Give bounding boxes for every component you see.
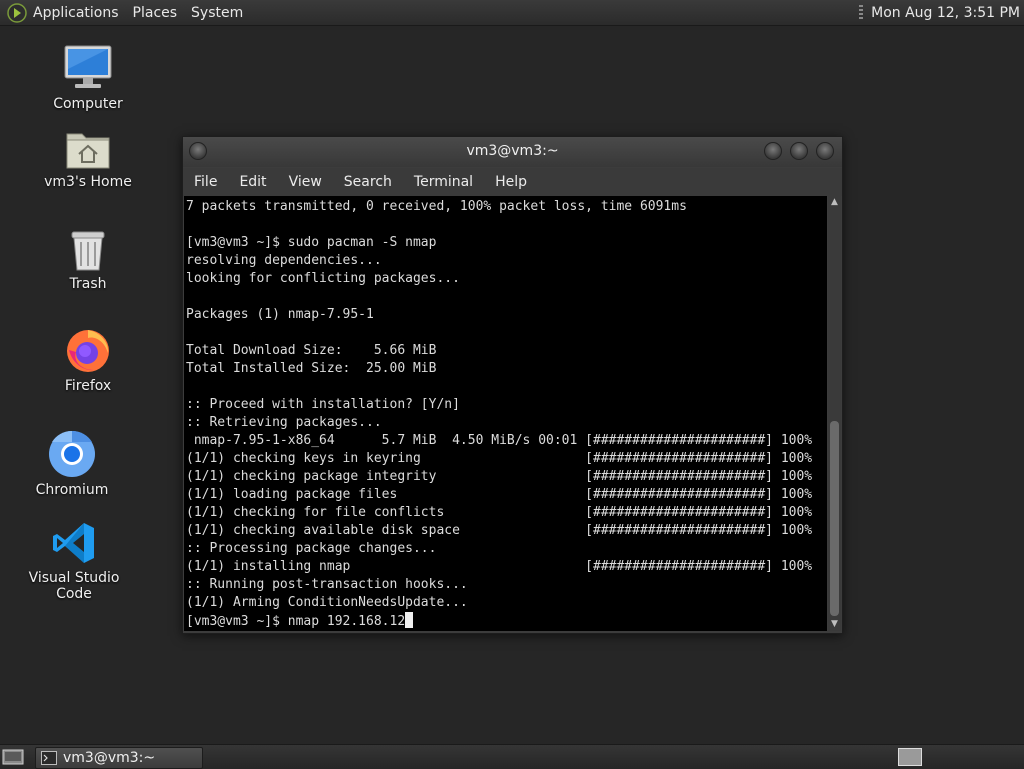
desktop-icon-home[interactable]: vm3's Home [28, 128, 148, 190]
terminal-icon [41, 751, 57, 765]
workspace-switcher[interactable] [898, 748, 922, 766]
text-cursor [405, 612, 414, 628]
desktop-icon-firefox[interactable]: Firefox [28, 326, 148, 394]
show-desktop-icon[interactable] [2, 748, 24, 766]
places-menu[interactable]: Places [133, 5, 178, 21]
taskbar-terminal-button[interactable]: vm3@vm3:~ [35, 747, 203, 769]
desktop-icon-label: Computer [53, 96, 123, 112]
desktop-icon-label: Firefox [64, 378, 112, 394]
window-title: vm3@vm3:~ [466, 143, 559, 159]
terminal-text: 7 packets transmitted, 0 received, 100% … [186, 199, 813, 629]
terminal-window[interactable]: vm3@vm3:~ File Edit View Search Terminal… [182, 136, 843, 634]
scroll-up-arrow-icon[interactable]: ▲ [828, 196, 841, 209]
applications-menu[interactable]: Applications [33, 5, 119, 21]
system-menu[interactable]: System [191, 5, 243, 21]
trash-icon [71, 231, 105, 271]
scrollbar-thumb[interactable] [830, 421, 839, 616]
menu-help[interactable]: Help [484, 174, 538, 190]
desktop-icon-label: Visual Studio Code [28, 570, 120, 602]
desktop-icon-label: Chromium [35, 482, 109, 498]
panel-handle[interactable] [859, 4, 864, 21]
desktop-icon-chromium[interactable]: Chromium [12, 430, 132, 498]
maximize-button[interactable] [790, 142, 808, 160]
desktop-icon-vscode[interactable]: Visual Studio Code [14, 520, 134, 602]
bottom-panel: vm3@vm3:~ [0, 744, 1024, 769]
home-folder-icon [66, 133, 110, 169]
terminal-output: 7 packets transmitted, 0 received, 100% … [184, 196, 827, 631]
minimize-button[interactable] [764, 142, 782, 160]
close-button[interactable] [816, 142, 834, 160]
terminal-menubar: File Edit View Search Terminal Help [183, 168, 842, 196]
terminal-scrollbar[interactable]: ▲ ▼ [828, 196, 841, 631]
menu-search[interactable]: Search [333, 174, 403, 190]
terminal-output-area[interactable]: 7 packets transmitted, 0 received, 100% … [184, 196, 827, 631]
desktop-icon-label: Trash [69, 276, 107, 292]
scroll-down-arrow-icon[interactable]: ▼ [828, 618, 841, 631]
clock[interactable]: Mon Aug 12, 3:51 PM [871, 5, 1020, 21]
desktop-icon-computer[interactable]: Computer [28, 44, 148, 112]
chromium-icon [49, 430, 95, 477]
top-panel: Applications Places System Mon Aug 12, 3… [0, 0, 1024, 26]
desktop-icon-label: vm3's Home [44, 174, 132, 190]
computer-icon [64, 45, 112, 88]
desktop-icon-trash[interactable]: Trash [28, 228, 148, 292]
taskbar-window-title: vm3@vm3:~ [63, 750, 156, 766]
menu-file[interactable]: File [183, 174, 228, 190]
menu-edit[interactable]: Edit [228, 174, 277, 190]
vscode-icon [53, 523, 94, 563]
window-titlebar[interactable]: vm3@vm3:~ [183, 137, 842, 167]
firefox-icon [67, 330, 109, 372]
menu-view[interactable]: View [278, 174, 333, 190]
menu-terminal[interactable]: Terminal [403, 174, 484, 190]
applications-logo-icon[interactable] [6, 2, 28, 24]
